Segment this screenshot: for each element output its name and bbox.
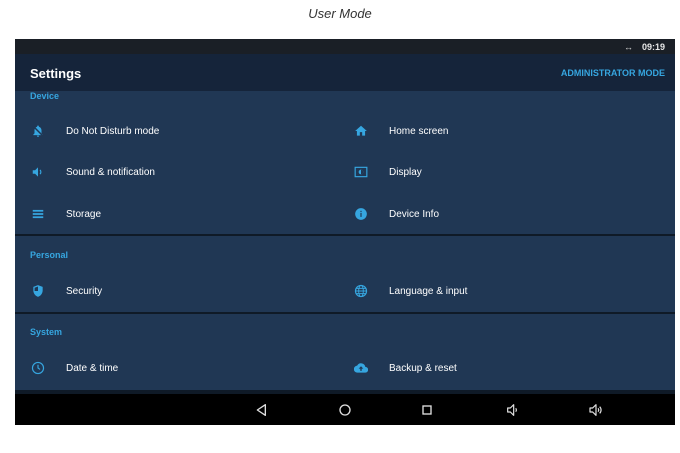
setting-date-time[interactable]: Date & time bbox=[30, 348, 330, 388]
setting-security[interactable]: Security bbox=[30, 271, 330, 311]
status-bar: ↔ 09:19 bbox=[15, 39, 675, 54]
device-screen: ↔ 09:19 Settings ADMINISTRATOR MODE Devi… bbox=[15, 39, 675, 425]
bell-off-icon bbox=[30, 123, 46, 139]
navigation-bar bbox=[15, 394, 675, 425]
administrator-mode-button[interactable]: ADMINISTRATOR MODE bbox=[561, 68, 665, 78]
setting-backup-reset[interactable]: Backup & reset bbox=[353, 348, 653, 388]
setting-label: Display bbox=[389, 166, 422, 178]
page-title: Settings bbox=[30, 66, 82, 81]
setting-label: Home screen bbox=[389, 125, 449, 137]
setting-home-screen[interactable]: Home screen bbox=[353, 111, 653, 151]
shield-icon bbox=[30, 283, 46, 299]
setting-storage[interactable]: Storage bbox=[30, 194, 330, 234]
section-system: System Date & time Backup & reset bbox=[15, 314, 675, 390]
clock-icon bbox=[30, 360, 46, 376]
setting-label: Storage bbox=[66, 208, 102, 220]
setting-label: Sound & notification bbox=[66, 166, 155, 178]
section-personal: Personal Security Language & input bbox=[15, 236, 675, 312]
volume-icon bbox=[30, 164, 46, 180]
storage-icon bbox=[30, 206, 46, 222]
setting-device-info[interactable]: Device Info bbox=[353, 194, 653, 234]
setting-display[interactable]: Display bbox=[353, 152, 653, 192]
cloud-upload-icon bbox=[353, 360, 369, 376]
arrows-left-right-icon: ↔ bbox=[623, 41, 633, 52]
setting-do-not-disturb[interactable]: Do Not Disturb mode bbox=[30, 111, 330, 151]
volume-up-icon[interactable] bbox=[587, 401, 605, 419]
setting-label: Date & time bbox=[66, 362, 119, 374]
app-bar: Settings ADMINISTRATOR MODE bbox=[15, 54, 675, 91]
volume-down-icon[interactable] bbox=[504, 401, 522, 419]
setting-language-input[interactable]: Language & input bbox=[353, 271, 653, 311]
section-header-personal: Personal bbox=[30, 250, 69, 260]
setting-label: Backup & reset bbox=[389, 362, 457, 374]
setting-label: Do Not Disturb mode bbox=[66, 125, 160, 137]
section-header-system: System bbox=[30, 327, 63, 337]
back-icon[interactable] bbox=[253, 401, 271, 419]
display-icon bbox=[353, 164, 369, 180]
info-icon bbox=[353, 206, 369, 222]
setting-sound-notification[interactable]: Sound & notification bbox=[30, 152, 330, 192]
setting-label: Language & input bbox=[389, 285, 468, 297]
page-caption: User Mode bbox=[308, 6, 372, 21]
home-icon bbox=[353, 123, 369, 139]
globe-icon bbox=[353, 283, 369, 299]
status-clock: 09:19 bbox=[641, 41, 665, 52]
section-device: Device Do Not Disturb mode Home screen S… bbox=[15, 91, 675, 234]
setting-label: Device Info bbox=[389, 208, 440, 220]
setting-label: Security bbox=[66, 285, 103, 297]
section-header-device: Device bbox=[30, 91, 60, 101]
home-circle-icon[interactable] bbox=[336, 401, 354, 419]
recents-icon[interactable] bbox=[418, 401, 436, 419]
